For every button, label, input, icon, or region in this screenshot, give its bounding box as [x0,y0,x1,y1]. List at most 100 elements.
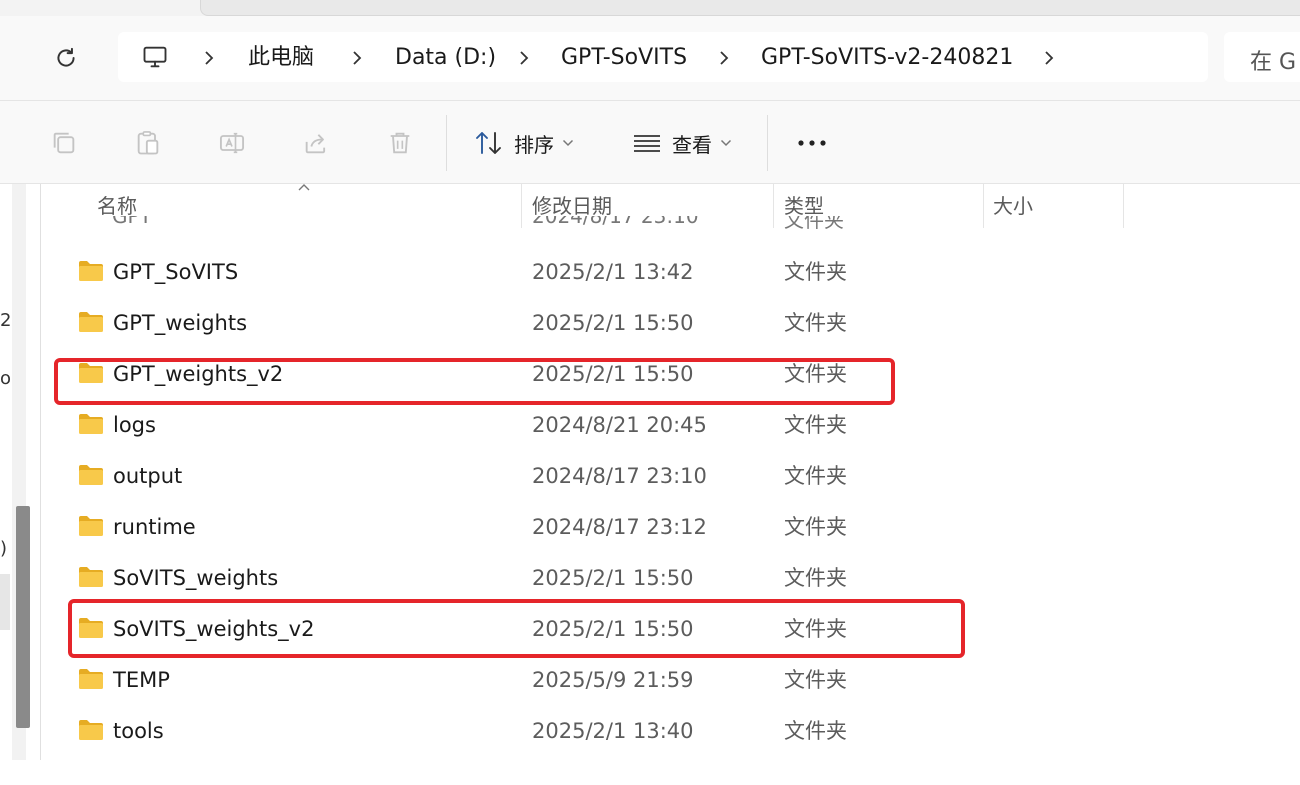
chevron-right-icon [720,51,729,65]
file-date: 2025/2/1 13:42 [532,260,694,284]
folder-icon [79,312,103,332]
toolbar-divider [767,115,768,171]
partial-row[interactable]: GPT 2024/8/17 23:10 文件夹 [44,216,884,230]
file-date: 2024/8/17 23:12 [532,515,707,539]
file-row[interactable]: GPT_weights 2025/2/1 15:50 文件夹 [44,298,1300,349]
folder-icon [79,261,103,281]
file-date: 2024/8/17 23:10 [532,464,707,488]
file-row[interactable]: logs 2024/8/21 20:45 文件夹 [44,400,1300,451]
folder-icon [79,567,103,587]
file-type: 文件夹 [784,311,847,335]
chevron-right-icon [1045,51,1054,65]
breadcrumb-data-drive[interactable]: Data (D:) [395,44,496,72]
column-separator[interactable] [983,184,984,228]
sort-button[interactable]: 排序 [474,123,574,163]
view-icon [634,135,660,152]
file-name: tools [113,719,164,743]
file-name: SoVITS_weights [113,566,279,590]
share-icon [305,134,326,154]
folder-icon [79,465,103,485]
chevron-right-icon [353,51,362,65]
file-row[interactable]: runtime 2024/8/17 23:12 文件夹 [44,502,1300,553]
file-name: GPT_SoVITS [113,260,239,284]
file-type: 文件夹 [784,566,847,590]
refresh-icon [57,47,75,67]
copy-button[interactable] [44,123,84,163]
file-type: 文件夹 [784,464,847,488]
sort-label: 排序 [514,132,554,157]
file-name: TEMP [113,668,170,692]
folder-icon [79,720,103,740]
breadcrumb-separator[interactable] [200,44,218,72]
breadcrumb-separator[interactable] [1040,44,1058,72]
navigation-pane[interactable]: 2 o ) [0,184,41,760]
file-date: 2024/8/21 20:45 [532,413,707,437]
nav-item-fragment[interactable]: 2 [0,310,11,331]
column-header-size[interactable]: 大小 [993,184,1033,228]
toolbar-divider [446,115,447,171]
file-row[interactable]: SoVITS_weights 2025/2/1 15:50 文件夹 [44,553,1300,604]
delete-button[interactable] [380,123,420,163]
breadcrumb-separator[interactable] [515,44,533,72]
view-label: 查看 [672,132,712,157]
file-date: 2025/2/1 13:40 [532,719,694,743]
file-date: 2025/2/1 15:50 [532,311,694,335]
view-button[interactable]: 查看 [632,123,732,163]
file-type: 文件夹 [784,719,847,743]
partial-row-name: GPT [112,216,152,228]
column-separator[interactable] [1123,184,1124,228]
more-options-button[interactable] [790,123,834,163]
paste-button[interactable] [128,123,168,163]
file-type: 文件夹 [784,413,847,437]
file-row[interactable]: tools 2025/2/1 13:40 文件夹 [44,706,1300,757]
nav-selected-item[interactable] [0,574,10,630]
file-row[interactable]: GPT_SoVITS 2025/2/1 13:42 文件夹 [44,247,1300,298]
chevron-down-icon [562,139,574,147]
folder-icon [79,414,103,434]
breadcrumb-separator[interactable] [348,44,366,72]
sort-icon [476,132,501,154]
file-name: runtime [113,515,196,539]
address-row: 此电脑 Data (D:) GPT-SoVITS GPT-SoVITS-v2-2… [0,16,1300,101]
file-row[interactable]: TEMP 2025/5/9 21:59 文件夹 [44,655,1300,706]
tab-edge [200,0,1300,16]
breadcrumb-gpt-sovits[interactable]: GPT-SoVITS [561,44,687,72]
file-date: 2025/2/1 15:50 [532,566,694,590]
copy-icon [53,132,75,154]
file-name: logs [113,413,156,437]
more-icon [798,140,826,146]
refresh-button[interactable] [46,38,86,78]
nav-item-fragment[interactable]: ) [0,538,7,559]
nav-item-fragment[interactable]: o [0,368,11,389]
folder-icon [79,669,103,689]
chevron-right-icon [520,51,529,65]
highlight-box [68,599,965,658]
file-type: 文件夹 [784,668,847,692]
breadcrumb-this-pc[interactable]: 此电脑 [248,44,314,72]
breadcrumb-separator[interactable] [715,44,733,72]
partial-row-type: 文件夹 [784,216,844,230]
file-date: 2025/5/9 21:59 [532,668,694,692]
chevron-down-icon [720,139,732,147]
file-row[interactable]: output 2024/8/17 23:10 文件夹 [44,451,1300,502]
computer-icon [143,46,167,68]
search-input[interactable]: 在 G [1224,32,1300,82]
address-bar[interactable]: 此电脑 Data (D:) GPT-SoVITS GPT-SoVITS-v2-2… [118,32,1208,82]
file-type: 文件夹 [784,515,847,539]
share-button[interactable] [296,123,336,163]
tab-strip [0,0,1300,16]
breadcrumb-current-folder[interactable]: GPT-SoVITS-v2-240821 [761,44,1013,72]
sort-ascending-caret [298,184,310,191]
chevron-right-icon [205,51,214,65]
file-name: output [113,464,183,488]
file-type: 文件夹 [784,260,847,284]
this-pc-button[interactable] [140,42,170,72]
search-placeholder: 在 G [1250,50,1297,75]
command-bar: 排序 查看 [0,101,1300,184]
paste-icon [137,131,159,155]
rename-button[interactable] [212,123,252,163]
file-name: GPT_weights [113,311,248,335]
nav-scrollbar-thumb[interactable] [16,506,30,728]
delete-icon [390,132,410,154]
partial-row-date: 2024/8/17 23:10 [532,216,699,228]
